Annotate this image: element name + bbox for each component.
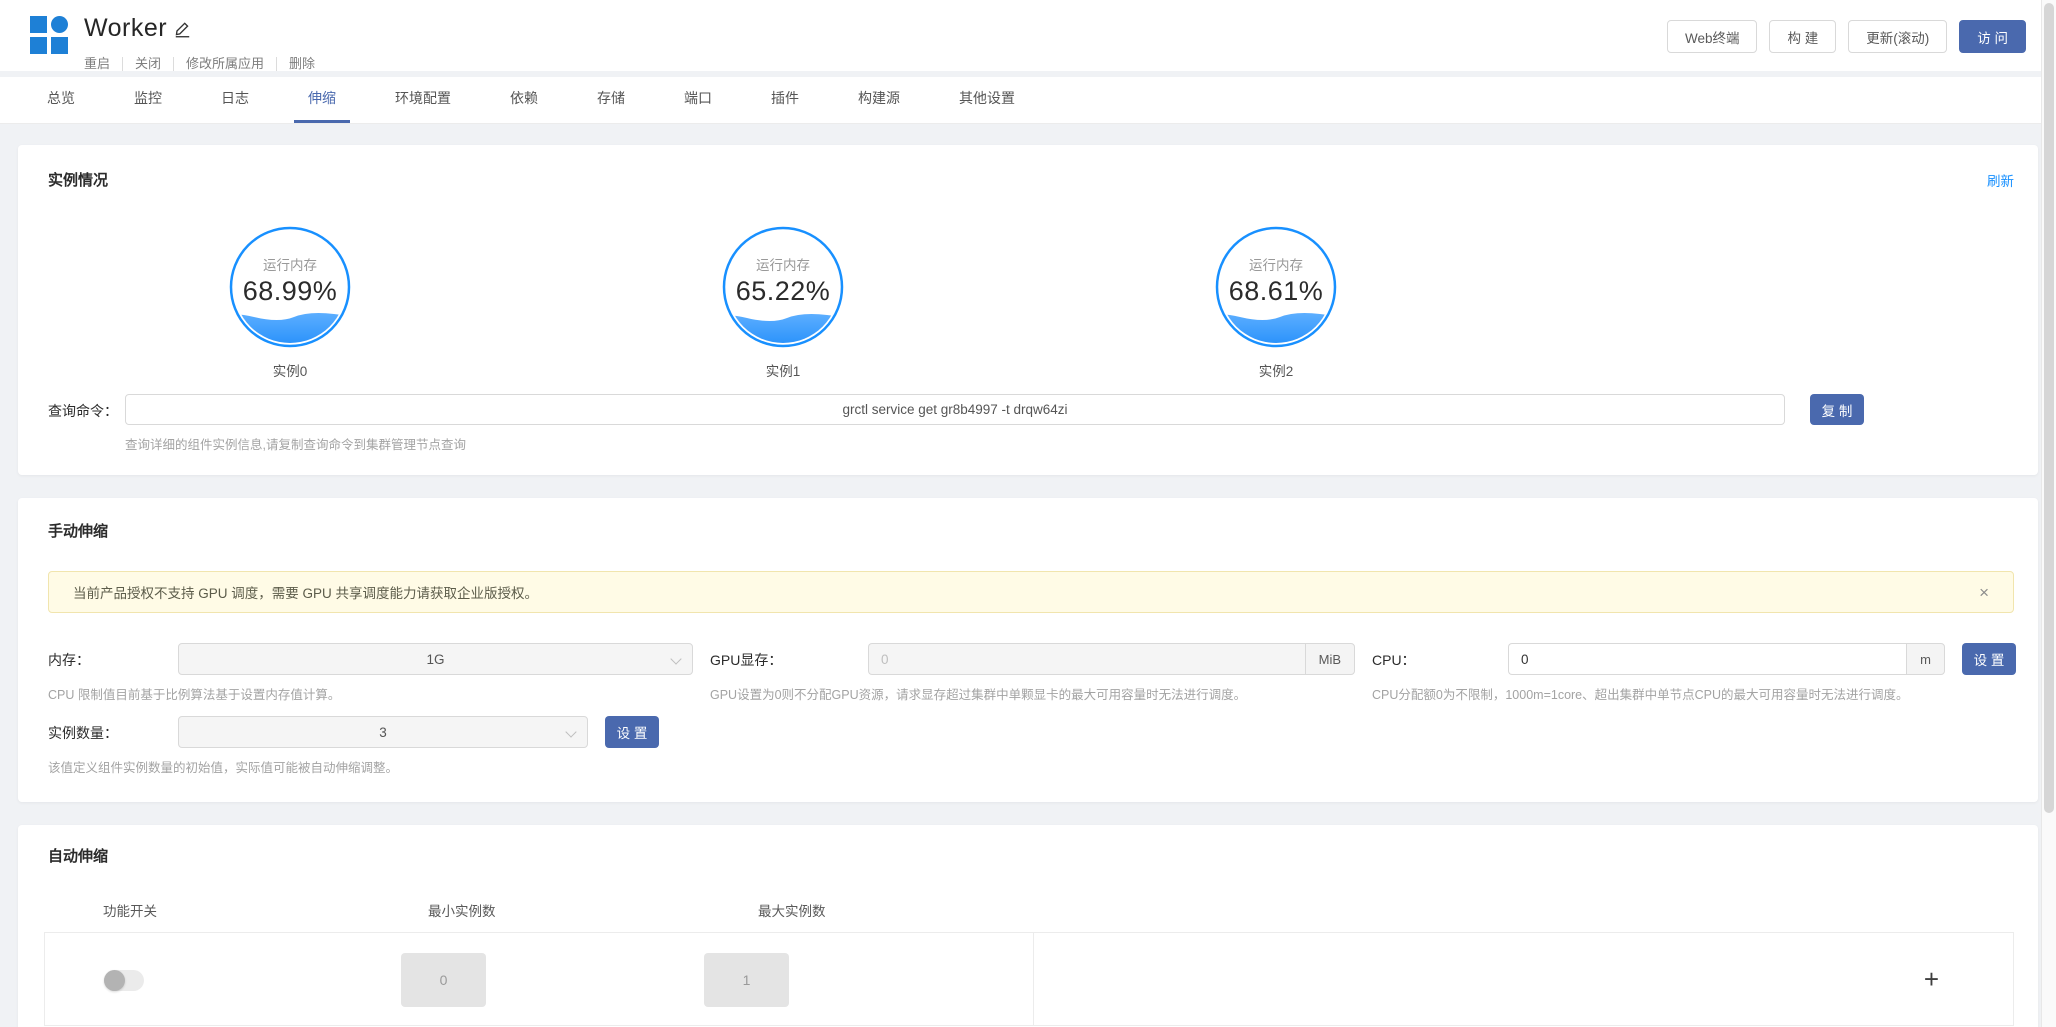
chevron-down-icon bbox=[565, 726, 576, 737]
tab-plugins[interactable]: 插件 bbox=[757, 77, 813, 123]
page-title: Worker bbox=[84, 14, 167, 43]
visit-button[interactable]: 访 问 bbox=[1959, 20, 2026, 53]
gauge-metric-label: 运行内存 bbox=[1249, 254, 1303, 274]
gauge-metric-label: 运行内存 bbox=[756, 254, 810, 274]
column-header-switch: 功能开关 bbox=[103, 900, 157, 920]
set-resources-button[interactable]: 设 置 bbox=[1962, 643, 2016, 675]
min-instances-value: 0 bbox=[401, 953, 486, 1007]
close-icon[interactable]: × bbox=[1975, 582, 1993, 603]
replicas-select[interactable]: 3 bbox=[178, 716, 588, 748]
tab-dependencies[interactable]: 依赖 bbox=[496, 77, 552, 123]
alert-text: 当前产品授权不支持 GPU 调度，需要 GPU 共享调度能力请获取企业版授权。 bbox=[73, 582, 1975, 602]
max-instances-value: 1 bbox=[704, 953, 789, 1007]
replicas-label: 实例数量： bbox=[48, 723, 118, 743]
manual-scaling-panel: 手动伸缩 当前产品授权不支持 GPU 调度，需要 GPU 共享调度能力请获取企业… bbox=[18, 498, 2038, 802]
instance-status-panel: 实例情况 刷新 bbox=[18, 145, 2038, 475]
scrollbar-thumb[interactable] bbox=[2044, 3, 2054, 813]
app-action-links: 重启 关闭 修改所属应用 删除 bbox=[84, 57, 327, 71]
cpu-label: CPU： bbox=[1372, 650, 1416, 670]
rolling-update-button[interactable]: 更新(滚动) bbox=[1848, 20, 1947, 53]
autoscale-rule-row: 0 1 + bbox=[44, 932, 2014, 1026]
app-logo-icon bbox=[30, 16, 70, 56]
query-command-label: 查询命令： bbox=[48, 401, 118, 421]
edit-title-icon[interactable] bbox=[173, 19, 192, 38]
vertical-scrollbar[interactable] bbox=[2041, 0, 2056, 1027]
memory-gauges: 运行内存 68.99% 实例0 运行 bbox=[48, 226, 2014, 378]
memory-gauge-instance0: 运行内存 68.99% 实例0 bbox=[229, 226, 351, 380]
web-terminal-button[interactable]: Web终端 bbox=[1667, 20, 1758, 53]
query-command-help: 查询详细的组件实例信息,请复制查询命令到集群管理节点查询 bbox=[125, 434, 2014, 453]
autoscale-toggle[interactable] bbox=[104, 970, 144, 991]
tab-env-config[interactable]: 环境配置 bbox=[381, 77, 465, 123]
gpu-license-alert: 当前产品授权不支持 GPU 调度，需要 GPU 共享调度能力请获取企业版授权。 … bbox=[48, 571, 2014, 613]
build-button[interactable]: 构 建 bbox=[1769, 20, 1836, 53]
memory-select[interactable]: 1G bbox=[178, 643, 693, 675]
add-metric-button[interactable]: + bbox=[1916, 962, 1947, 996]
tab-logs[interactable]: 日志 bbox=[207, 77, 263, 123]
restart-link[interactable]: 重启 bbox=[84, 57, 123, 71]
refresh-link[interactable]: 刷新 bbox=[1987, 170, 2014, 190]
gpu-unit-addon: MiB bbox=[1305, 643, 1355, 675]
memory-help: CPU 限制值目前基于比例算法基于设置内存值计算。 bbox=[48, 684, 340, 703]
instance-name: 实例0 bbox=[229, 360, 351, 380]
gauge-metric-label: 运行内存 bbox=[263, 254, 317, 274]
change-app-link[interactable]: 修改所属应用 bbox=[174, 57, 277, 71]
gpu-memory-label: GPU显存： bbox=[710, 650, 782, 670]
close-app-link[interactable]: 关闭 bbox=[123, 57, 174, 71]
instance-panel-title: 实例情况 bbox=[48, 169, 108, 190]
memory-gauge-instance1: 运行内存 65.22% 实例1 bbox=[722, 226, 844, 380]
delete-link[interactable]: 删除 bbox=[277, 57, 327, 71]
column-header-max-instances: 最大实例数 bbox=[758, 900, 826, 920]
tab-build-source[interactable]: 构建源 bbox=[844, 77, 914, 123]
instance-name: 实例2 bbox=[1215, 360, 1337, 380]
tab-overview[interactable]: 总览 bbox=[33, 77, 89, 123]
tab-storage[interactable]: 存储 bbox=[583, 77, 639, 123]
column-header-min-instances: 最小实例数 bbox=[428, 900, 496, 920]
manual-scaling-title: 手动伸缩 bbox=[48, 523, 108, 540]
gpu-memory-input[interactable] bbox=[868, 643, 1305, 675]
app-header: Worker 重启 关闭 修改所属应用 删除 Web终端 bbox=[0, 0, 2056, 71]
gauge-value: 65.22% bbox=[736, 276, 831, 307]
cpu-input[interactable] bbox=[1508, 643, 1906, 675]
cpu-help: CPU分配额0为不限制，1000m=1core、超出集群中单节点CPU的最大可用… bbox=[1372, 684, 1909, 703]
tab-ports[interactable]: 端口 bbox=[670, 77, 726, 123]
chevron-down-icon bbox=[670, 653, 681, 664]
memory-select-value: 1G bbox=[426, 652, 444, 667]
memory-label: 内存： bbox=[48, 650, 90, 670]
cpu-unit-addon: m bbox=[1906, 643, 1945, 675]
memory-gauge-instance2: 运行内存 68.61% 实例2 bbox=[1215, 226, 1337, 380]
tab-monitor[interactable]: 监控 bbox=[120, 77, 176, 123]
gauge-value: 68.61% bbox=[1229, 276, 1324, 307]
tab-scaling[interactable]: 伸缩 bbox=[294, 77, 350, 123]
auto-scaling-title: 自动伸缩 bbox=[48, 848, 108, 865]
gauge-value: 68.99% bbox=[243, 276, 338, 307]
query-command-input[interactable] bbox=[125, 394, 1785, 425]
auto-scaling-panel: 自动伸缩 功能开关 最小实例数 最大实例数 0 1 + bbox=[18, 825, 2038, 1027]
replicas-select-value: 3 bbox=[379, 725, 387, 740]
instance-name: 实例1 bbox=[722, 360, 844, 380]
gpu-help: GPU设置为0则不分配GPU资源，请求显存超过集群中单颗显卡的最大可用容量时无法… bbox=[710, 684, 1246, 703]
set-replicas-button[interactable]: 设 置 bbox=[605, 716, 659, 748]
copy-button[interactable]: 复 制 bbox=[1810, 394, 1864, 425]
replicas-help: 该值定义组件实例数量的初始值，实际值可能被自动伸缩调整。 bbox=[48, 757, 2014, 776]
tab-other-settings[interactable]: 其他设置 bbox=[945, 77, 1029, 123]
tab-bar: 总览 监控 日志 伸缩 环境配置 依赖 存储 端口 插件 构建源 其他设置 bbox=[0, 77, 2056, 124]
